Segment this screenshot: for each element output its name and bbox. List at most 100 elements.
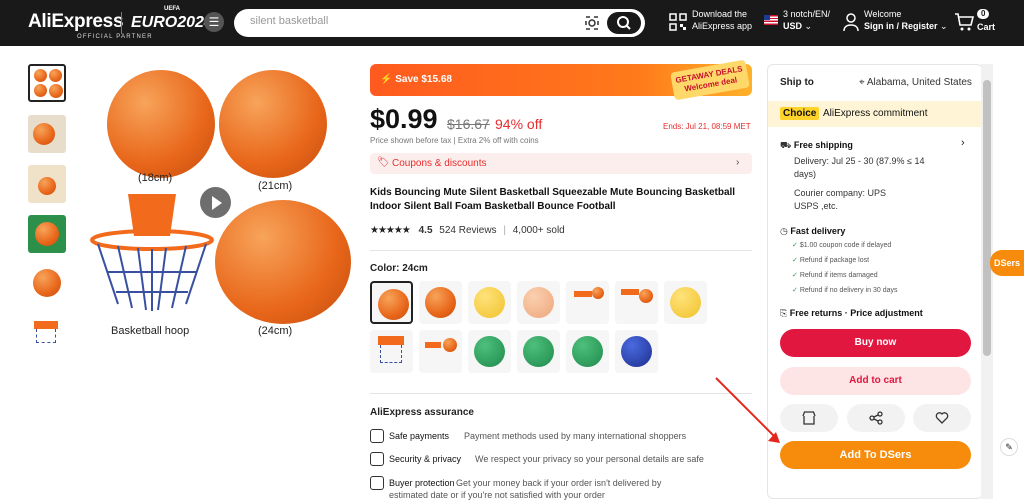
ship-to-label: Ship to bbox=[780, 77, 814, 88]
truck-icon: ⛟ bbox=[780, 140, 794, 150]
check-icon: ✓ bbox=[792, 257, 800, 264]
wishlist-button[interactable] bbox=[913, 404, 971, 432]
main-product-image[interactable]: (18cm) (21cm) (24cm) Basketball hoop bbox=[76, 64, 354, 342]
clock-icon: ◷ bbox=[780, 226, 791, 236]
original-price: $16.67 bbox=[447, 116, 490, 132]
thumbnail-4[interactable] bbox=[28, 215, 66, 253]
coupon-tag-icon: 🏷 bbox=[377, 157, 390, 168]
check-item: ✓ Refund if no delivery in 30 days bbox=[792, 287, 898, 294]
check-item: ✓ $1.00 coupon code if delayed bbox=[792, 242, 892, 249]
return-box-icon: ⎘ bbox=[780, 308, 790, 318]
top-header: AliExpress OFFICIAL PARTNER UEFA EURO202… bbox=[0, 0, 1024, 46]
ball-18cm bbox=[107, 70, 215, 178]
coupons-label: Coupons & discounts bbox=[392, 158, 487, 169]
color-swatch-7[interactable] bbox=[664, 281, 707, 324]
search-button[interactable] bbox=[607, 12, 641, 34]
deal-end-time: Ends: Jul 21, 08:59 MET bbox=[663, 122, 751, 131]
official-partner-label: OFFICIAL PARTNER bbox=[77, 34, 153, 40]
coupons-discounts-row[interactable]: 🏷 Coupons & discounts › bbox=[370, 153, 752, 174]
color-swatch-2[interactable] bbox=[419, 281, 462, 324]
menu-icon[interactable]: ☰ bbox=[204, 12, 224, 32]
search-input[interactable] bbox=[250, 15, 570, 27]
size-label-21: (21cm) bbox=[258, 180, 293, 192]
color-swatch-1[interactable] bbox=[370, 281, 413, 324]
color-swatch-3[interactable] bbox=[468, 281, 511, 324]
getaway-deals-badge: GETAWAY DEALS Welcome deal bbox=[670, 59, 750, 101]
thumbnail-6[interactable] bbox=[28, 315, 66, 353]
color-swatch-13[interactable] bbox=[615, 330, 658, 373]
download-app-link[interactable]: Download the AliExpress app bbox=[692, 8, 752, 32]
delivery-estimate: Delivery: Jul 25 - 30 (87.9% ≤ 14 days) bbox=[794, 156, 925, 179]
color-swatch-11[interactable] bbox=[517, 330, 560, 373]
shield-check-icon bbox=[370, 429, 384, 443]
cart-label[interactable]: Cart bbox=[977, 21, 995, 33]
logo-divider bbox=[121, 12, 122, 34]
free-shipping-row[interactable]: ⛟ Free shipping bbox=[780, 139, 853, 152]
ball-24cm bbox=[215, 200, 351, 324]
sold-count: 4,000+ sold bbox=[512, 225, 565, 236]
free-returns-row: ⎘ Free returns · Price adjustment bbox=[780, 308, 923, 318]
thumbnail-1[interactable] bbox=[28, 64, 66, 102]
rating-row: ★★★★★ 4.5 524 Reviews | 4,000+ sold bbox=[370, 225, 565, 236]
check-icon: ✓ bbox=[792, 272, 800, 279]
color-swatch-9[interactable] bbox=[419, 330, 462, 373]
thumbnail-5[interactable] bbox=[28, 265, 66, 303]
add-to-cart-button[interactable]: Add to cart bbox=[780, 367, 971, 395]
chevron-right-icon[interactable]: › bbox=[961, 137, 965, 149]
color-swatch-4[interactable] bbox=[517, 281, 560, 324]
camera-search-icon[interactable] bbox=[584, 15, 600, 31]
add-to-dsers-button[interactable]: Add To DSers bbox=[780, 441, 971, 469]
share-icon bbox=[869, 411, 883, 425]
color-label: Color: 24cm bbox=[370, 263, 428, 274]
buy-now-button[interactable]: Buy now bbox=[780, 329, 971, 357]
color-swatch-8[interactable] bbox=[370, 330, 413, 373]
dsers-side-tab[interactable]: DSers bbox=[990, 250, 1024, 276]
aliexpress-logo[interactable]: AliExpress bbox=[28, 11, 124, 33]
heart-icon bbox=[935, 412, 949, 424]
account-sign-in[interactable]: Welcome Sign in / Register ⌄ bbox=[864, 8, 948, 32]
color-swatch-6[interactable] bbox=[615, 281, 658, 324]
divider bbox=[370, 393, 752, 394]
check-item: ✓ Refund if items damaged bbox=[792, 272, 878, 279]
search-bar bbox=[234, 9, 645, 37]
cart-count-badge: 0 bbox=[977, 9, 990, 19]
color-swatch-5[interactable] bbox=[566, 281, 609, 324]
edit-pencil-icon[interactable]: ✎ bbox=[1000, 438, 1018, 456]
search-icon bbox=[617, 16, 631, 30]
ball-21cm bbox=[219, 70, 327, 178]
choice-tag: Choice bbox=[780, 107, 820, 120]
size-label-18: (18cm) bbox=[138, 172, 173, 184]
product-title: Kids Bouncing Mute Silent Basketball Squ… bbox=[370, 187, 736, 212]
choice-commitment-banner: Choice AliExpress commitment bbox=[768, 101, 982, 127]
location-pin-icon: ⌖ bbox=[859, 77, 867, 88]
courier-company: Courier company: UPS USPS ,etc. bbox=[794, 188, 887, 211]
chevron-right-icon: › bbox=[736, 157, 740, 168]
qr-code-icon[interactable] bbox=[669, 13, 687, 31]
lock-icon bbox=[370, 452, 384, 466]
color-swatch-10[interactable] bbox=[468, 330, 511, 373]
share-button[interactable] bbox=[847, 404, 905, 432]
save-amount: ⚡ Save $15.68 bbox=[380, 74, 452, 85]
user-icon[interactable] bbox=[842, 12, 860, 32]
choice-text: AliExpress commitment bbox=[823, 108, 928, 119]
fast-delivery-row: ◷ Fast delivery bbox=[780, 226, 846, 236]
hoop-label: Basketball hoop bbox=[111, 325, 190, 337]
scrollbar-thumb[interactable] bbox=[983, 80, 991, 356]
locale-currency-selector[interactable]: 3 notch/EN/USD ⌄ bbox=[783, 8, 830, 32]
uefa-label: UEFA bbox=[164, 6, 181, 12]
check-item: ✓ Refund if package lost bbox=[792, 257, 870, 264]
promo-banner: ⚡ Save $15.68 GETAWAY DEALS Welcome deal bbox=[370, 59, 752, 101]
thumbnail-3[interactable] bbox=[28, 165, 66, 203]
assurance-title: AliExpress assurance bbox=[370, 407, 474, 418]
store-icon bbox=[802, 411, 816, 425]
check-icon: ✓ bbox=[792, 242, 800, 249]
ship-to-location[interactable]: ⌖ Alabama, United States bbox=[859, 77, 972, 88]
reviews-link[interactable]: 524 Reviews bbox=[439, 225, 496, 236]
price-note: Price shown before tax | Extra 2% off wi… bbox=[370, 136, 539, 145]
basketball-hoop-image bbox=[90, 194, 214, 311]
cart-icon[interactable] bbox=[954, 12, 974, 32]
thumbnail-2[interactable] bbox=[28, 115, 66, 153]
euro2024-logo: EURO2024 bbox=[131, 14, 213, 31]
color-swatch-12[interactable] bbox=[566, 330, 609, 373]
play-video-icon[interactable] bbox=[200, 187, 231, 218]
